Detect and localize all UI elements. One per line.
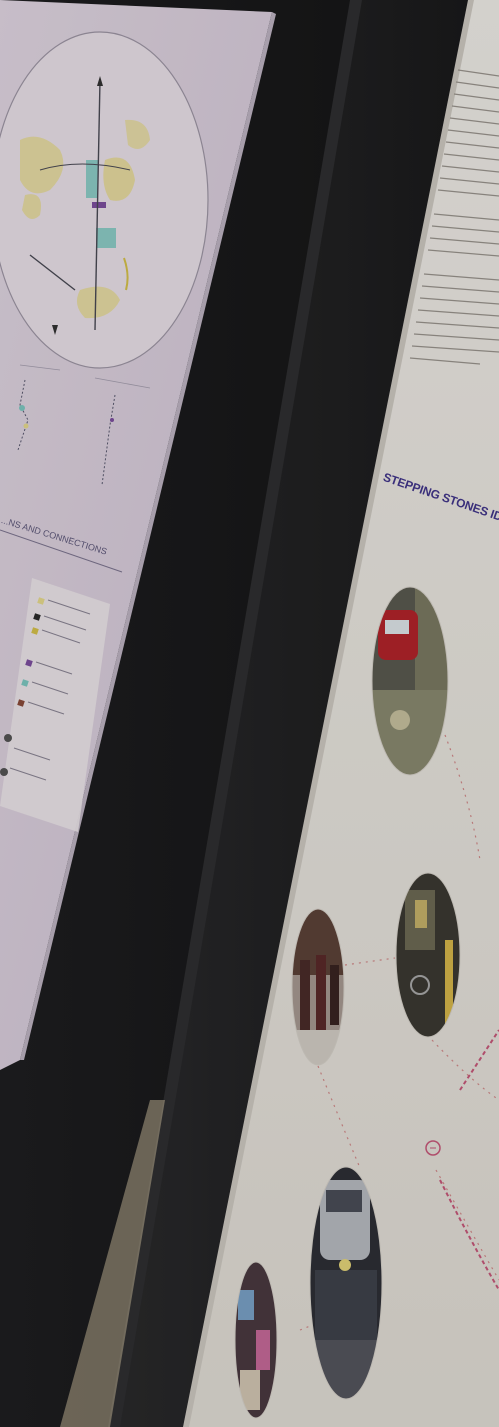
exhibition-scene [0, 0, 499, 1427]
